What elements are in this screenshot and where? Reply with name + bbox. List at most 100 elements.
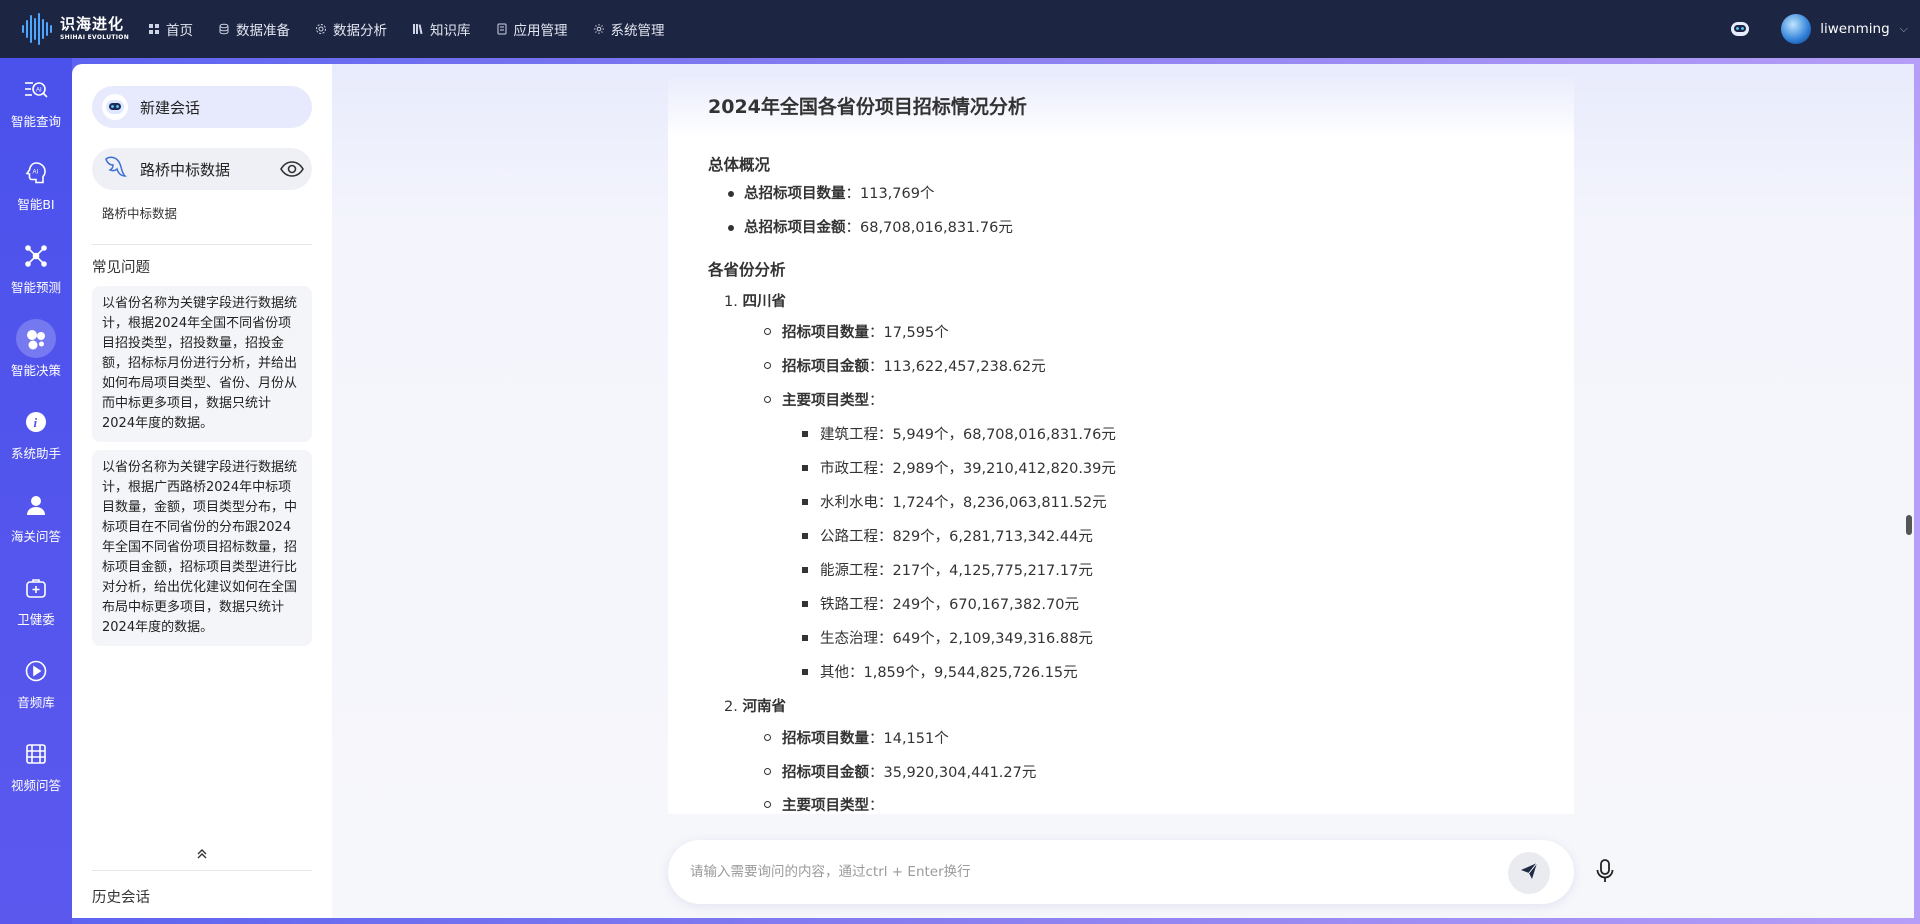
bullet [802,465,808,471]
bullet [764,328,771,335]
project-type-item: 生态治理：649个，2,109,349,316.88元 [820,631,1093,647]
rail-item-video-qa[interactable]: 视频问答 [0,734,72,794]
svg-text:AI: AI [36,87,42,93]
book-icon [412,23,424,35]
overview-total-amount: 总招标项目金额：68,708,016,831.76元 [744,220,1013,236]
nav-knowledge[interactable]: 知识库 [412,19,471,39]
robot-icon [102,94,128,120]
bullet [802,601,808,607]
session-panel-footer: 历史会话 [72,834,332,918]
new-chat-label: 新建会话 [140,98,201,117]
session-panel: 新建会话 路桥中标数据 路桥中标数据 常见问题 以省份名称为关键字段进行数据统计… [72,64,332,918]
rail-item-health-commission[interactable]: 卫健委 [0,568,72,628]
top-navbar: 识海进化 SHIHAI EVOLUTION 首页 数据准备 数据分析 知识库 应… [0,0,1920,58]
send-icon [1520,862,1538,884]
ai-bi-icon: AI [16,153,56,192]
bullet [802,431,808,437]
gear-icon [315,23,327,35]
play-icon [16,651,56,690]
overview-total-count: 总招标项目数量：113,769个 [744,186,935,202]
nav-data-analysis[interactable]: 数据分析 [315,19,387,39]
bullet [764,362,771,369]
project-type-item: 铁路工程：249个，670,167,382.70元 [820,597,1079,613]
collapse-up-icon[interactable] [72,842,332,866]
rail-item-smart-query[interactable]: AI 智能查询 [0,70,72,130]
answer-document: 2024年全国各省份项目招标情况分析 总体概况 总招标项目数量：113,769个… [668,78,1574,814]
decision-icon [16,319,56,358]
project-type-item: 其他：1,859个，9,544,825,726.15元 [820,665,1078,681]
new-chat-button[interactable]: 新建会话 [92,86,312,128]
film-icon [16,734,56,773]
robot-assistant-icon[interactable] [1727,16,1753,42]
rail-item-customs-qa[interactable]: 海关问答 [0,485,72,545]
overview-heading: 总体概况 [708,156,771,174]
faq-item[interactable]: 以省份名称为关键字段进行数据统计，根据广西路桥2024年中标项目数量，金额，项目… [92,450,312,646]
project-type-item: 能源工程：217个，4,125,775,217.17元 [820,563,1093,579]
doc-title: 2024年全国各省份项目招标情况分析 [708,96,1027,118]
project-type-item: 市政工程：2,989个，39,210,412,820.39元 [820,461,1116,477]
bullet [764,768,771,775]
nav-system-manage[interactable]: 系统管理 [593,19,665,39]
microphone-icon[interactable] [1594,858,1616,884]
bullet [728,225,734,231]
province-count: 招标项目数量：14,151个 [782,731,949,747]
province-title: 1. 四川省 [724,294,786,310]
username[interactable]: liwenming [1820,21,1889,37]
bullet [802,533,808,539]
project-type-item: 水利水电：1,724个，8,236,063,811.52元 [820,495,1107,511]
svg-text:AI: AI [33,169,39,175]
avatar[interactable] [1781,14,1812,44]
history-title[interactable]: 历史会话 [92,886,150,907]
brand-name: 识海进化 [60,15,125,33]
rail-item-smart-decision[interactable]: 智能决策 [0,319,72,379]
main-nav: 首页 数据准备 数据分析 知识库 应用管理 系统管理 [148,19,690,39]
province-types-label: 主要项目类型： [782,393,884,409]
province-heading: 各省份分析 [708,261,786,279]
send-button[interactable] [1508,852,1550,894]
project-type-item: 建筑工程：5,949个，68,708,016,831.76元 [820,427,1116,443]
bullet [802,567,808,573]
chat-input-bar [668,840,1574,904]
info-icon: i [16,402,56,441]
brand-name-en: SHIHAI EVOLUTION [60,34,130,41]
province-amount: 招标项目金额：35,920,304,441.27元 [782,765,1037,781]
eye-icon[interactable] [280,158,304,180]
nav-home[interactable]: 首页 [148,19,193,39]
province-types-label: 主要项目类型： [782,798,884,814]
rail-item-smart-bi[interactable]: AI 智能BI [0,153,72,213]
nav-app-manage[interactable]: 应用管理 [496,19,568,39]
database-icon [218,23,230,35]
ai-search-icon: AI [16,70,56,109]
doc-icon [496,23,508,35]
faq-item[interactable]: 以省份名称为关键字段进行数据统计，根据2024年全国不同省份项目招投类型，招投数… [92,286,312,442]
user-icon [16,485,56,524]
province-amount: 招标项目金额：113,622,457,238.62元 [782,359,1046,375]
faq-title: 常见问题 [92,260,150,276]
medical-icon [16,568,56,607]
database-dolphin-icon [102,153,130,185]
grid-icon [148,23,160,35]
province-count: 招标项目数量：17,595个 [782,325,949,341]
rail-item-audio-library[interactable]: 音频库 [0,651,72,711]
chevron-down-icon[interactable]: ⌵ [1900,22,1908,36]
network-icon [16,236,56,275]
bullet [764,734,771,741]
nav-data-prep[interactable]: 数据准备 [218,19,290,39]
bullet [728,191,734,197]
brand-wave-icon [20,11,56,47]
datasource-button[interactable]: 路桥中标数据 [92,148,312,190]
bullet [802,499,808,505]
bullet [802,669,808,675]
bullet [764,801,771,808]
chat-input[interactable] [690,864,1490,880]
svg-text:i: i [34,415,38,430]
brand-logo[interactable]: 识海进化 SHIHAI EVOLUTION [0,11,142,47]
scrollbar-thumb[interactable] [1906,515,1912,535]
settings-icon [593,23,605,35]
rail-item-smart-forecast[interactable]: 智能预测 [0,236,72,296]
rail-item-system-assistant[interactable]: i 系统助手 [0,402,72,462]
divider [92,870,312,871]
divider [92,244,312,245]
app-rail: AI 智能查询 AI 智能BI 智能预测 智能决策 i 系统助手 海关问答 卫健… [0,58,72,924]
bullet [764,396,771,403]
